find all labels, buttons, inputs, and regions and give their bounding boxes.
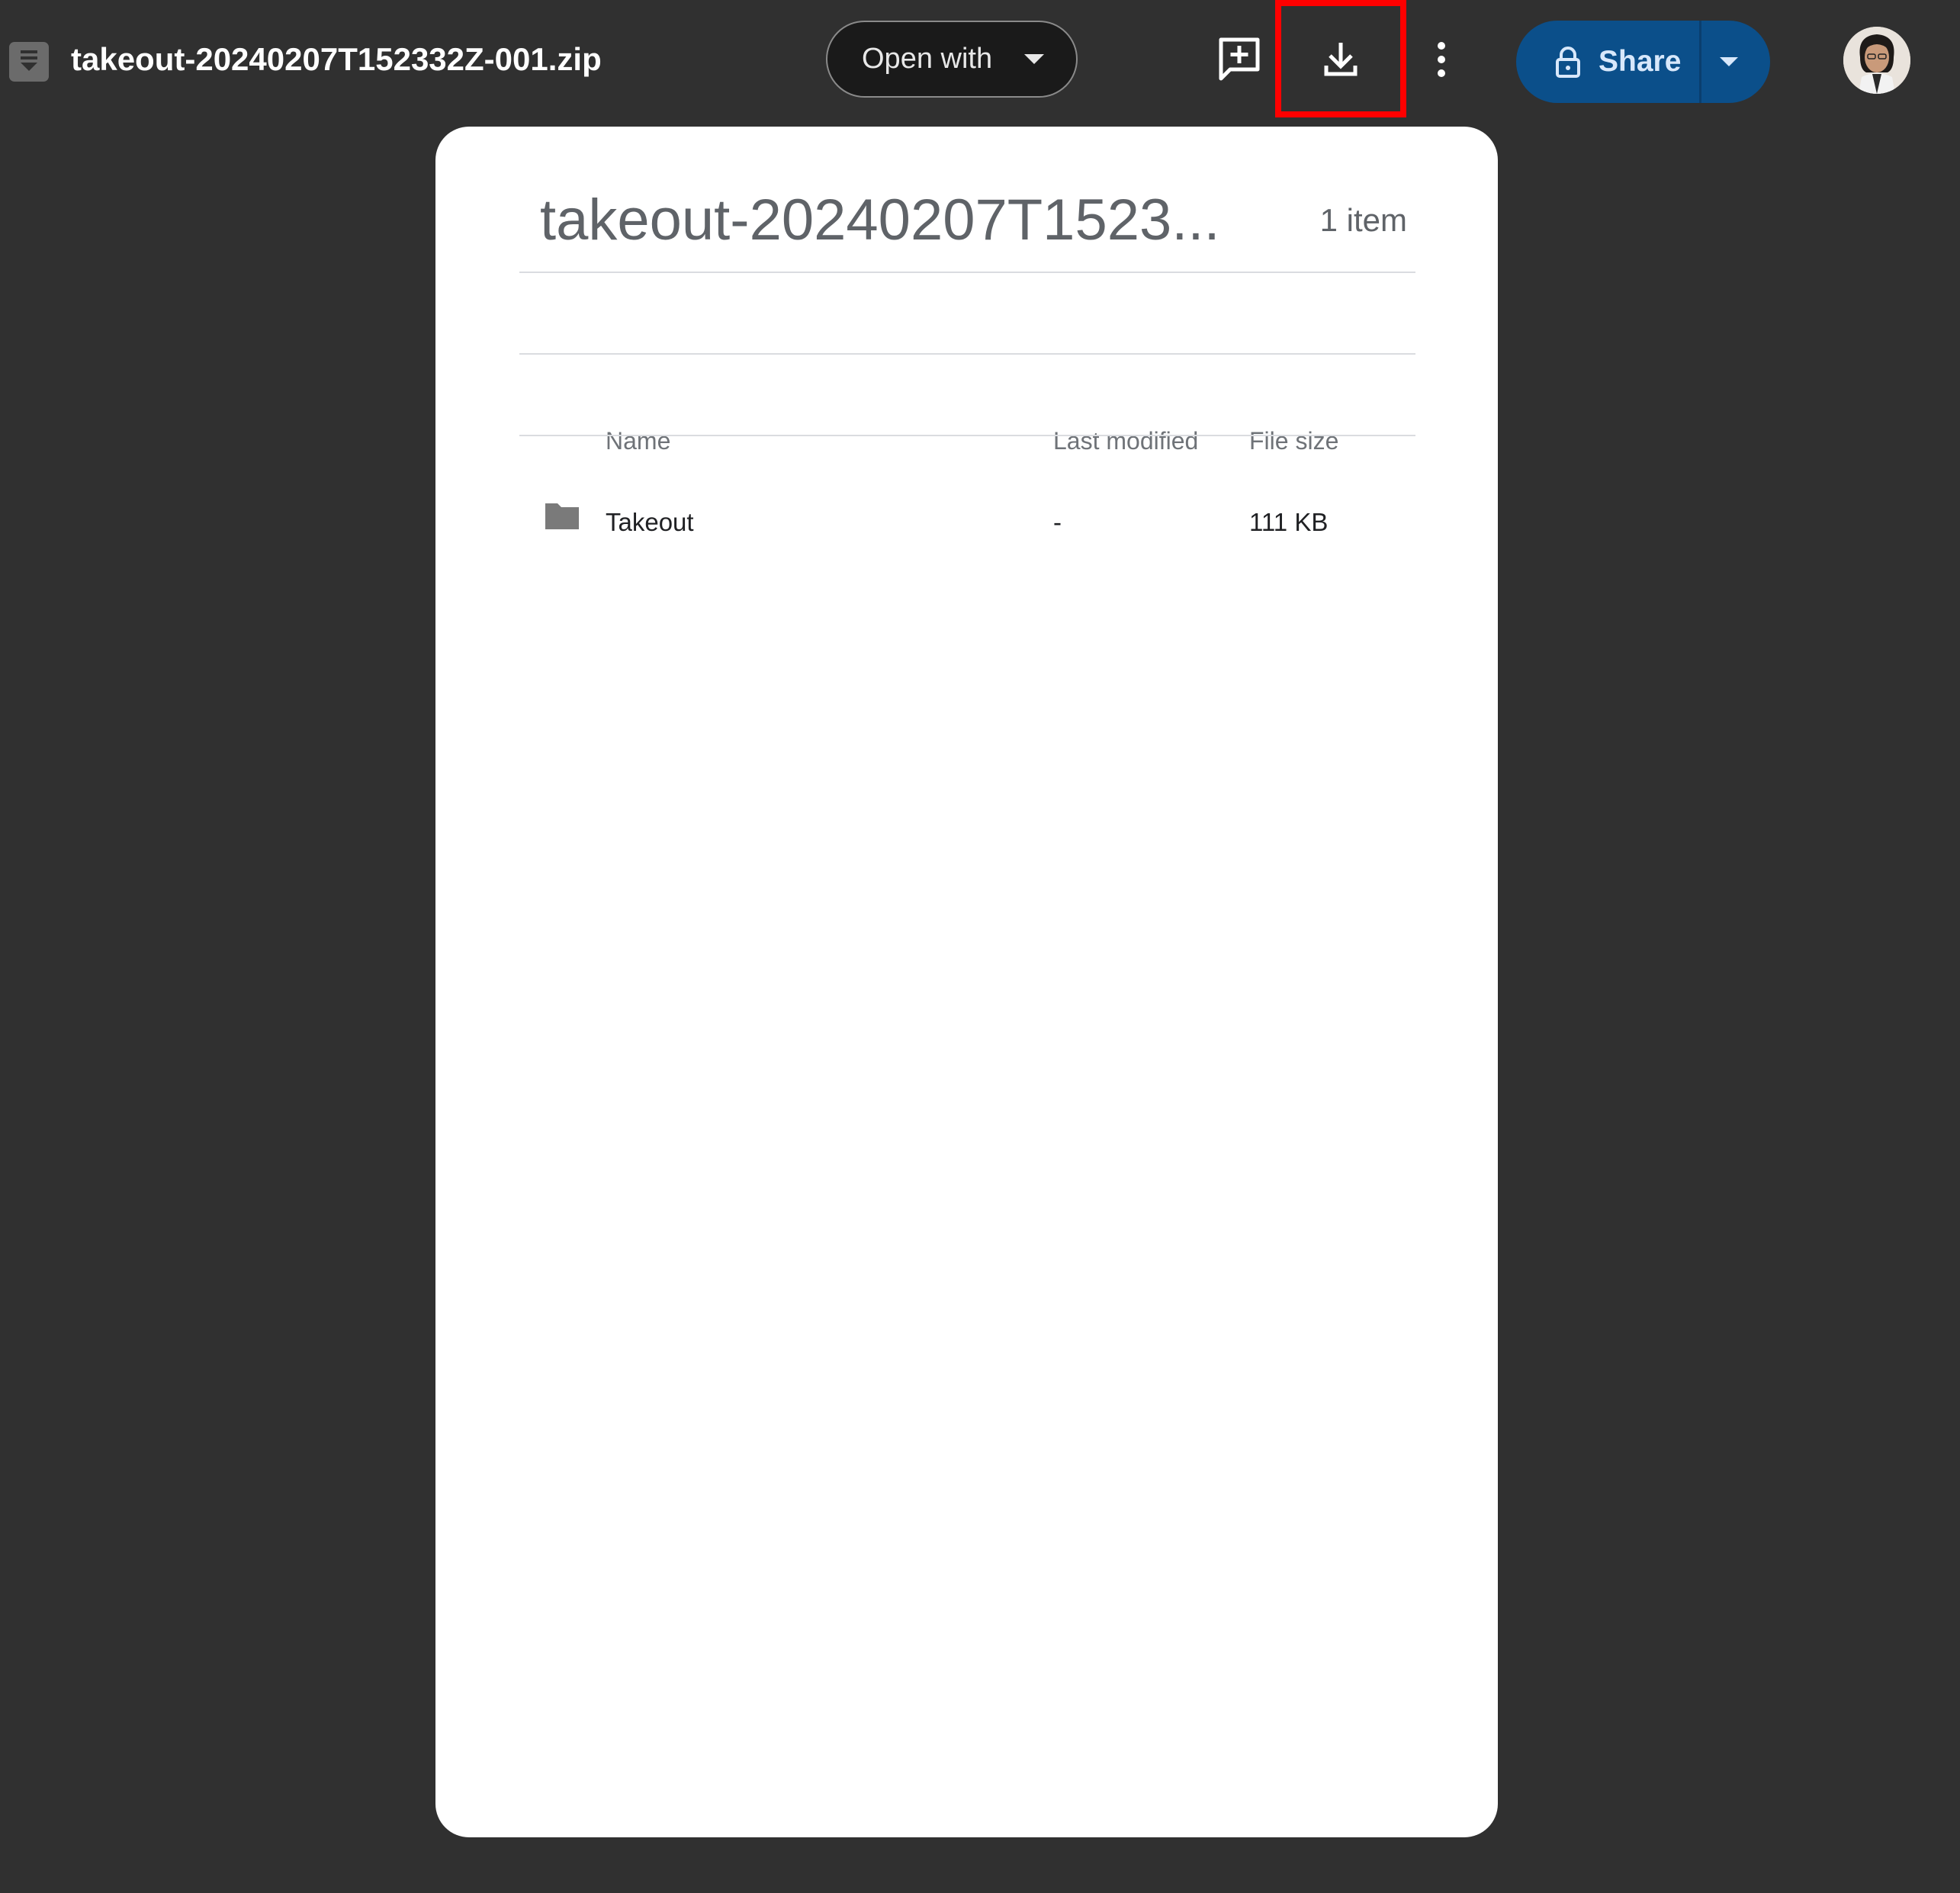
download-highlight-box: [1275, 0, 1406, 117]
chevron-down-icon: [1720, 57, 1738, 66]
archive-title: takeout-20240207T1523...: [540, 188, 1220, 252]
share-label: Share: [1599, 45, 1682, 78]
file-title: takeout-20240207T152332Z-001.zip: [71, 41, 602, 77]
item-count: 1 item: [1319, 202, 1407, 238]
zip-file-icon: [9, 42, 49, 82]
more-options-button[interactable]: [1407, 25, 1476, 94]
row-file-size: 111 KB: [1249, 508, 1329, 536]
add-comment-icon: [1219, 37, 1260, 81]
row-divider: [519, 435, 1415, 436]
open-with-label: Open with: [862, 43, 993, 75]
table-row[interactable]: [519, 355, 1415, 435]
top-bar: takeout-20240207T152332Z-001.zip Open wi…: [0, 0, 1960, 122]
add-comment-button[interactable]: [1205, 25, 1274, 94]
user-avatar[interactable]: [1843, 27, 1910, 94]
open-with-button[interactable]: Open with: [826, 21, 1078, 98]
share-button-group: Share: [1516, 21, 1770, 103]
row-last-modified: -: [1053, 508, 1062, 536]
chevron-down-icon: [1024, 54, 1044, 64]
header-divider: [519, 353, 1415, 355]
share-options-button[interactable]: [1701, 21, 1770, 103]
more-vert-icon: [1438, 42, 1445, 77]
lock-icon: [1556, 47, 1580, 78]
row-name: Takeout: [606, 508, 694, 536]
archive-preview-card: takeout-20240207T1523... 1 item Name Las…: [435, 127, 1498, 1837]
folder-icon: [545, 503, 579, 529]
title-divider: [519, 272, 1415, 273]
share-button[interactable]: Share: [1516, 21, 1699, 103]
